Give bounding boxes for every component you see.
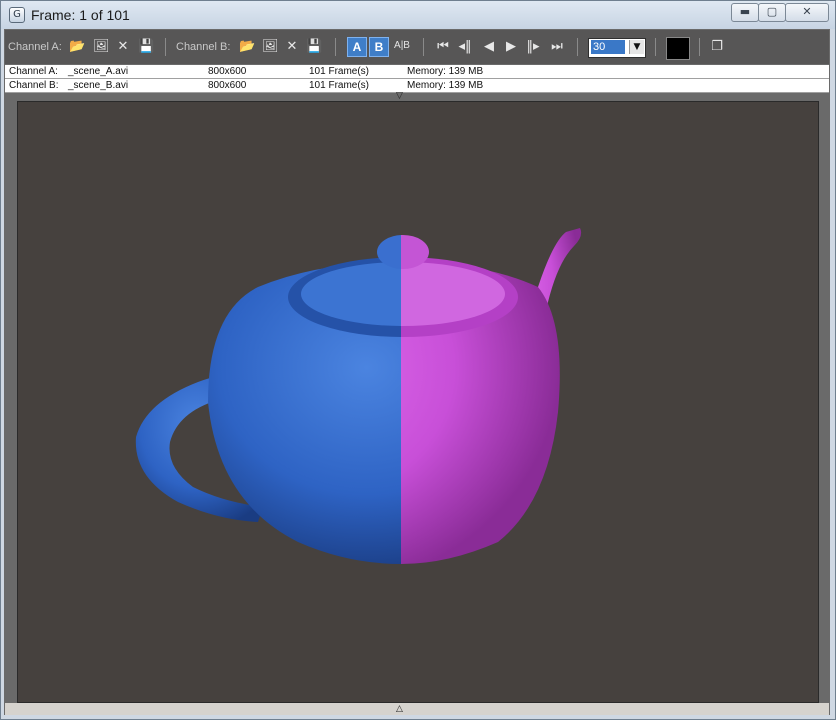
open-folder-icon[interactable]: 📂 <box>69 39 85 55</box>
chevron-down-icon[interactable]: ▼ <box>629 40 644 54</box>
load-image-icon[interactable]: 🖼 <box>93 39 110 55</box>
clear-icon[interactable]: ✕ <box>115 39 131 55</box>
window-title: Frame: 1 of 101 <box>31 7 130 23</box>
channel-a-file: _scene_A.avi <box>68 66 129 77</box>
close-button[interactable]: ✕ <box>785 3 829 22</box>
channel-a-label: Channel A: <box>8 41 62 53</box>
window-controls: ▬ ▢ ✕ <box>731 3 829 22</box>
play-reverse-icon[interactable]: ◀ <box>481 39 497 55</box>
toolbar: Channel A: 📂 🖼 ✕ 💾 Channel B: 📂 🖼 ✕ 💾 A … <box>5 30 829 64</box>
channel-a-frames: 101 Frame(s) <box>309 66 370 77</box>
teapot-render <box>135 228 582 564</box>
image-viewport[interactable] <box>17 101 819 703</box>
channel-b-info: Channel B: _scene_B.avi 800x600 101 Fram… <box>5 79 829 93</box>
channel-b-frames: 101 Frame(s) <box>309 80 370 91</box>
play-icon[interactable]: ▶ <box>503 39 519 55</box>
load-image-icon[interactable]: 🖼 <box>262 39 279 55</box>
open-folder-icon[interactable]: 📂 <box>239 39 255 55</box>
toolbar-separator <box>699 38 700 56</box>
background-color-swatch[interactable] <box>666 37 690 60</box>
app-icon: G <box>9 7 25 23</box>
toolbar-separator <box>165 38 166 56</box>
save-icon[interactable]: 💾 <box>306 39 322 55</box>
channel-b-resolution: 800x600 <box>208 80 247 91</box>
channel-a-resolution: 800x600 <box>208 66 247 77</box>
next-frame-icon[interactable]: ‖▸ <box>525 39 541 55</box>
toolbar-separator <box>335 38 336 56</box>
ram-player-window: G Frame: 1 of 101 ▬ ▢ ✕ Channel A: 📂 🖼 ✕… <box>0 0 836 720</box>
split-marker-bottom-icon[interactable]: △ <box>396 704 403 714</box>
split-marker-top-icon[interactable]: ▽ <box>396 91 403 101</box>
bottom-strip <box>5 703 829 715</box>
channel-a-info-label: Channel A: <box>9 66 58 77</box>
clear-icon[interactable]: ✕ <box>284 39 300 55</box>
view-channel-b-button[interactable]: B <box>369 37 389 57</box>
minimize-button[interactable]: ▬ <box>731 3 759 22</box>
channel-a-info: Channel A: _scene_A.avi 800x600 101 Fram… <box>5 65 829 79</box>
view-channel-a-button[interactable]: A <box>347 37 367 57</box>
toolbar-separator <box>655 38 656 56</box>
double-buffer-icon[interactable]: ❐ <box>709 39 725 55</box>
toolbar-separator <box>577 38 578 56</box>
channel-b-label: Channel B: <box>176 41 231 53</box>
channel-a-memory: Memory: 139 MB <box>407 66 484 77</box>
save-icon[interactable]: 💾 <box>138 39 154 55</box>
channel-b-info-label: Channel B: <box>9 80 59 91</box>
channel-b-memory: Memory: 139 MB <box>407 80 484 91</box>
go-to-start-icon[interactable]: ⏮ <box>433 39 453 55</box>
frame-rate-value[interactable]: 30 <box>591 40 625 54</box>
title-bar[interactable]: G Frame: 1 of 101 ▬ ▢ ✕ <box>1 1 835 29</box>
split-view-button[interactable]: A|B <box>391 37 413 55</box>
frame-rate-dropdown[interactable]: 30 ▼ <box>588 38 646 58</box>
previous-frame-icon[interactable]: ◂‖ <box>457 39 473 55</box>
channel-b-file: _scene_B.avi <box>68 80 129 91</box>
go-to-end-icon[interactable]: ⏭ <box>547 39 567 55</box>
toolbar-separator <box>423 38 424 56</box>
maximize-button[interactable]: ▢ <box>758 3 786 22</box>
